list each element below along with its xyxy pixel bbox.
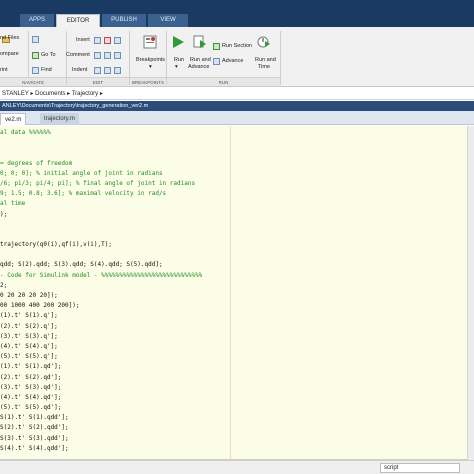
find-button[interactable]: Find — [41, 67, 52, 74]
code-line: S(1).t' S(1).qdd']; — [0, 414, 69, 422]
fx-icon[interactable] — [104, 37, 111, 44]
breakpoints-button[interactable]: Breakpoints — [136, 57, 165, 64]
tab-editor[interactable]: EDITOR — [56, 14, 100, 27]
run-and-advance-line2[interactable]: Advance — [188, 64, 209, 71]
comment-button[interactable]: Comment — [66, 52, 90, 59]
code-line: 00 1000 400 200 200]); — [0, 302, 80, 310]
code-line: = degrees of freedom — [0, 159, 73, 167]
code-lines: al data %%%%%% = degrees of freedom 0; 0; … — [0, 128, 230, 454]
status-bar: script — [0, 460, 474, 474]
editor-vertical-scrollbar[interactable] — [467, 126, 474, 460]
code-editor[interactable]: al data %%%%%% = degrees of freedom 0; 0; … — [0, 126, 474, 460]
insert-icon — [94, 37, 101, 44]
run-and-advance-line1[interactable]: Run and — [190, 57, 211, 64]
code-line: 0 20 20 20 20]); — [0, 292, 58, 299]
code-line: (4).t' S(4).qd']; — [0, 393, 62, 401]
code-line: (4).t' S(4).q']; — [0, 342, 58, 350]
edit-group-label: EDIT — [67, 77, 129, 86]
code-line: S(3).t' S(3).qdd']; — [0, 434, 69, 442]
code-line: (2).t' S(2).qd']; — [0, 373, 62, 381]
tab-apps[interactable]: APPS — [20, 14, 54, 27]
tab-publish[interactable]: PUBLISH — [102, 14, 146, 27]
run-and-time-line1[interactable]: Run and — [255, 57, 276, 64]
code-line: (5).t' S(5).qd']; — [0, 404, 62, 412]
doc-tab-trajectory[interactable]: trajectory.m — [40, 113, 79, 125]
breakpoints-icon[interactable] — [143, 35, 157, 49]
run-section-icon — [213, 43, 220, 50]
increase-indent-icon[interactable] — [104, 67, 111, 74]
code-line: 2; — [0, 281, 8, 289]
breakpoints-dropdown-icon[interactable]: ▾ — [149, 64, 152, 71]
code-line: al data %%%%%% — [0, 129, 51, 136]
go-to-button[interactable]: Go To — [41, 52, 56, 59]
smart-indent-icon[interactable] — [94, 67, 101, 74]
run-and-time-line2[interactable]: Time — [258, 64, 270, 71]
editor-document-tabs: ve2.m trajectory.m — [0, 111, 474, 125]
code-line: 0; 0; 0]; % initial angle of joint in ra… — [0, 169, 163, 177]
code-line: (1).t' S(1).qd']; — [0, 363, 62, 371]
print-button[interactable]: rint — [0, 67, 8, 74]
run-group-label: RUN — [167, 77, 280, 86]
toolstrip-tab-bar: APPS EDITOR PUBLISH VIEW — [0, 0, 474, 27]
code-line: (2).t' S(2).q']; — [0, 322, 58, 330]
code-line: S(4).t' S(4).qdd']; — [0, 444, 69, 452]
ribbon-separator — [280, 31, 281, 85]
navigate-group-label: NAVIGATE — [0, 77, 66, 86]
indent-button[interactable]: Indent — [72, 67, 87, 74]
insert-options-icon[interactable] — [114, 37, 121, 44]
insert-button[interactable]: Insert — [76, 37, 90, 44]
run-section-button[interactable]: Run Section — [222, 43, 252, 50]
tab-view[interactable]: VIEW — [148, 14, 188, 27]
compare-button[interactable]: ompare — [0, 51, 19, 58]
go-to-icon — [32, 52, 39, 59]
code-line: trajectory(q0(i),qf(i),v(i),T); — [0, 241, 112, 249]
code-line: S(2).t' S(2).qdd']; — [0, 424, 69, 432]
find-files-button[interactable]: nd Files — [0, 35, 19, 42]
advance-button[interactable]: Advance — [222, 58, 243, 65]
code-line: 9; 1.5; 0.8; 3.6]; % maximal velocity in… — [0, 190, 167, 198]
code-line: (5).t' S(5).q']; — [0, 353, 58, 361]
run-and-time-icon[interactable] — [257, 35, 271, 49]
code-line: /6; pi/3; pi/4; pi]; % final angle of jo… — [0, 179, 196, 187]
editor-window-title: ANLEY\Documents\Trajectory\trajectory_ge… — [0, 101, 474, 111]
right-text-limit-line — [230, 126, 231, 459]
advance-icon — [213, 58, 220, 65]
run-icon[interactable] — [171, 35, 185, 49]
comment-icon[interactable] — [94, 52, 101, 59]
code-line: (3).t' S(3).q']; — [0, 332, 58, 340]
wrap-comments-icon[interactable] — [114, 52, 121, 59]
code-line: (1).t' S(1).q']; — [0, 312, 58, 320]
code-line: (3).t' S(3).qd']; — [0, 383, 62, 391]
run-button[interactable]: Run — [174, 57, 184, 64]
uncomment-icon[interactable] — [104, 52, 111, 59]
editor-ribbon: nd Files ompare rint Go To Find NAVIGATE… — [0, 27, 474, 87]
code-line: - Code for Simulink model - %%%%%%%%%%%%… — [0, 271, 203, 279]
code-line: ); — [0, 210, 8, 218]
run-and-advance-icon[interactable] — [193, 35, 207, 49]
code-line: qdd; S(2).qdd; S(3).qdd; S(4).qdd; S(5).… — [0, 261, 163, 269]
current-folder-breadcrumb[interactable]: STANLEY ▸ Documents ▸ Trajectory ▸ — [0, 88, 474, 100]
breakpoints-group-label: BREAKPOINTS — [130, 77, 166, 86]
code-line: al time — [0, 200, 26, 208]
decrease-indent-icon[interactable] — [114, 67, 121, 74]
status-file-type: script — [380, 463, 460, 473]
navigate-icon — [32, 36, 39, 43]
doc-tab-trajectory-generation[interactable]: ve2.m — [0, 113, 27, 125]
find-icon — [32, 67, 39, 74]
run-dropdown-icon[interactable]: ▾ — [175, 64, 178, 71]
